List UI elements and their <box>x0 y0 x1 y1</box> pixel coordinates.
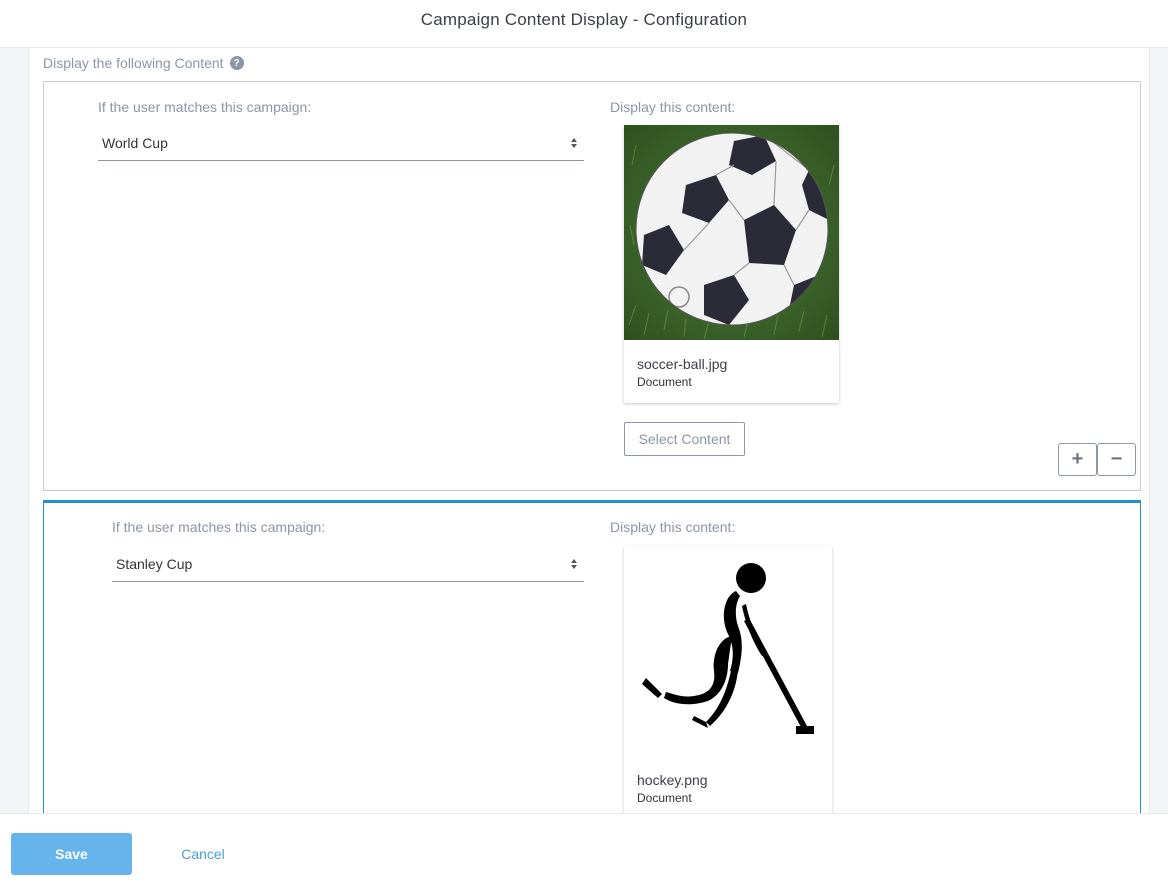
dialog-footer: Save Cancel <box>0 813 1168 880</box>
campaign-rule-2: If the user matches this campaign: Stanl… <box>43 500 1141 846</box>
help-icon[interactable]: ? <box>229 56 244 70</box>
campaign-rule-1: If the user matches this campaign: World… <box>43 81 1141 491</box>
save-button[interactable]: Save <box>11 833 132 875</box>
section-heading-label: Display the following Content <box>43 55 224 71</box>
select-arrows-icon <box>571 559 577 569</box>
add-rule-button[interactable]: + <box>1058 443 1097 476</box>
campaign-select[interactable]: Stanley Cup <box>112 546 584 582</box>
remove-rule-button[interactable]: − <box>1097 443 1136 476</box>
campaign-label: If the user matches this campaign: <box>98 99 312 115</box>
content-file-name: hockey.png <box>637 772 708 788</box>
content-file-type: Document <box>637 375 692 389</box>
campaign-select-value: Stanley Cup <box>116 555 193 572</box>
scrollbar[interactable] <box>1149 48 1168 813</box>
soccer-ball-image <box>624 125 839 340</box>
left-gutter <box>0 48 29 813</box>
select-content-button[interactable]: Select Content <box>624 422 745 456</box>
content-label: Display this content: <box>610 99 736 115</box>
content-file-type: Document <box>637 791 692 805</box>
dialog-title: Campaign Content Display - Configuration <box>420 10 748 29</box>
content-file-name: soccer-ball.jpg <box>637 356 728 372</box>
campaign-select[interactable]: World Cup <box>98 125 584 161</box>
campaign-label: If the user matches this campaign: <box>112 519 326 535</box>
hockey-player-image <box>624 546 832 761</box>
content-card[interactable]: hockey.png Document <box>624 546 832 846</box>
content-label: Display this content: <box>610 519 736 535</box>
section-heading: Display the following Content ? <box>43 55 244 71</box>
dialog-header: Campaign Content Display - Configuration <box>0 0 1168 48</box>
cancel-button[interactable]: Cancel <box>160 833 246 875</box>
select-arrows-icon <box>571 138 577 148</box>
content-card[interactable]: soccer-ball.jpg Document <box>624 125 839 403</box>
campaign-select-value: World Cup <box>102 134 168 151</box>
